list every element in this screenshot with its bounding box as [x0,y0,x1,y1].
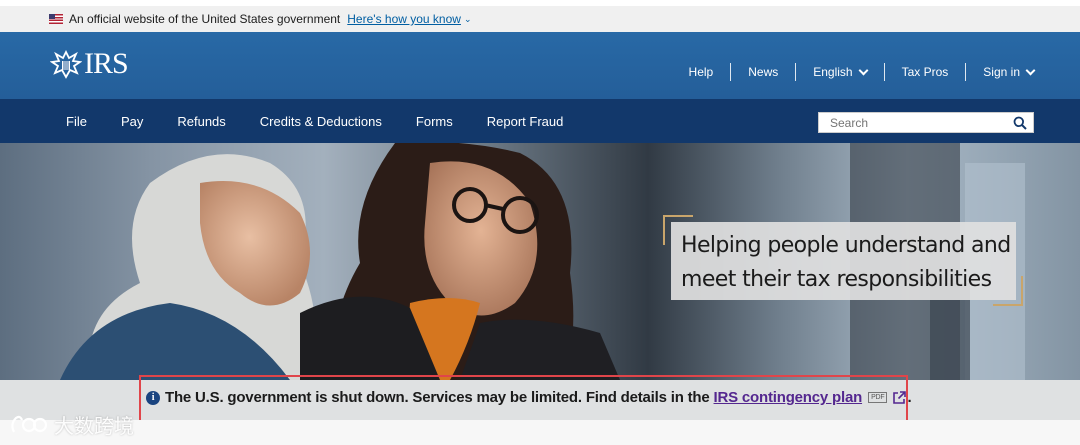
heres-how-you-know-link[interactable]: Here's how you know [347,12,461,26]
search-icon [1013,116,1027,130]
nav-item-file[interactable]: File [66,114,87,129]
chevron-down-icon[interactable]: ⌄ [464,14,472,25]
utility-nav: Help News English Tax Pros Sign in [672,63,1036,81]
watermark-logo-icon [11,415,48,432]
nav-item-forms[interactable]: Forms [416,114,453,129]
irs-logo[interactable]: IRS [50,47,129,80]
sign-in-label: Sign in [983,65,1020,79]
nav-item-pay[interactable]: Pay [121,114,143,129]
language-label: English [813,65,853,79]
us-flag-icon [49,14,63,24]
hero-tagline: Helping people understand and meet their… [681,233,1011,292]
news-link[interactable]: News [730,63,795,81]
site-header: IRS Help News English Tax Pros Sign in [0,32,1080,99]
help-link[interactable]: Help [672,63,731,81]
help-label: Help [688,65,714,79]
official-gov-banner: An official website of the United States… [0,0,1080,32]
alert-period: . [907,389,912,406]
chevron-down-icon [1025,65,1036,75]
search-input[interactable] [830,115,1010,130]
nav-item-credits-deductions[interactable]: Credits & Deductions [260,114,382,129]
tax-pros-label: Tax Pros [901,65,949,79]
gov-banner-text: An official website of the United States… [69,12,341,26]
nav-item-refunds[interactable]: Refunds [177,114,225,129]
logo-wordmark: IRS [84,47,129,80]
watermark: 大数跨境 [8,410,134,439]
language-selector[interactable]: English [795,63,883,81]
search-button[interactable] [1012,115,1028,131]
nav-item-report-fraud[interactable]: Report Fraud [487,114,564,129]
page-content-edge [0,420,1080,445]
chevron-down-icon [858,65,869,75]
watermark-text: 大数跨境 [54,414,134,438]
hero-tagline-box: Helping people understand and meet their… [671,222,1016,300]
tax-pros-link[interactable]: Tax Pros [883,63,966,81]
search-box [818,112,1034,133]
news-label: News [748,65,779,79]
sign-in-menu[interactable]: Sign in [965,63,1036,81]
eagle-icon [50,49,82,79]
